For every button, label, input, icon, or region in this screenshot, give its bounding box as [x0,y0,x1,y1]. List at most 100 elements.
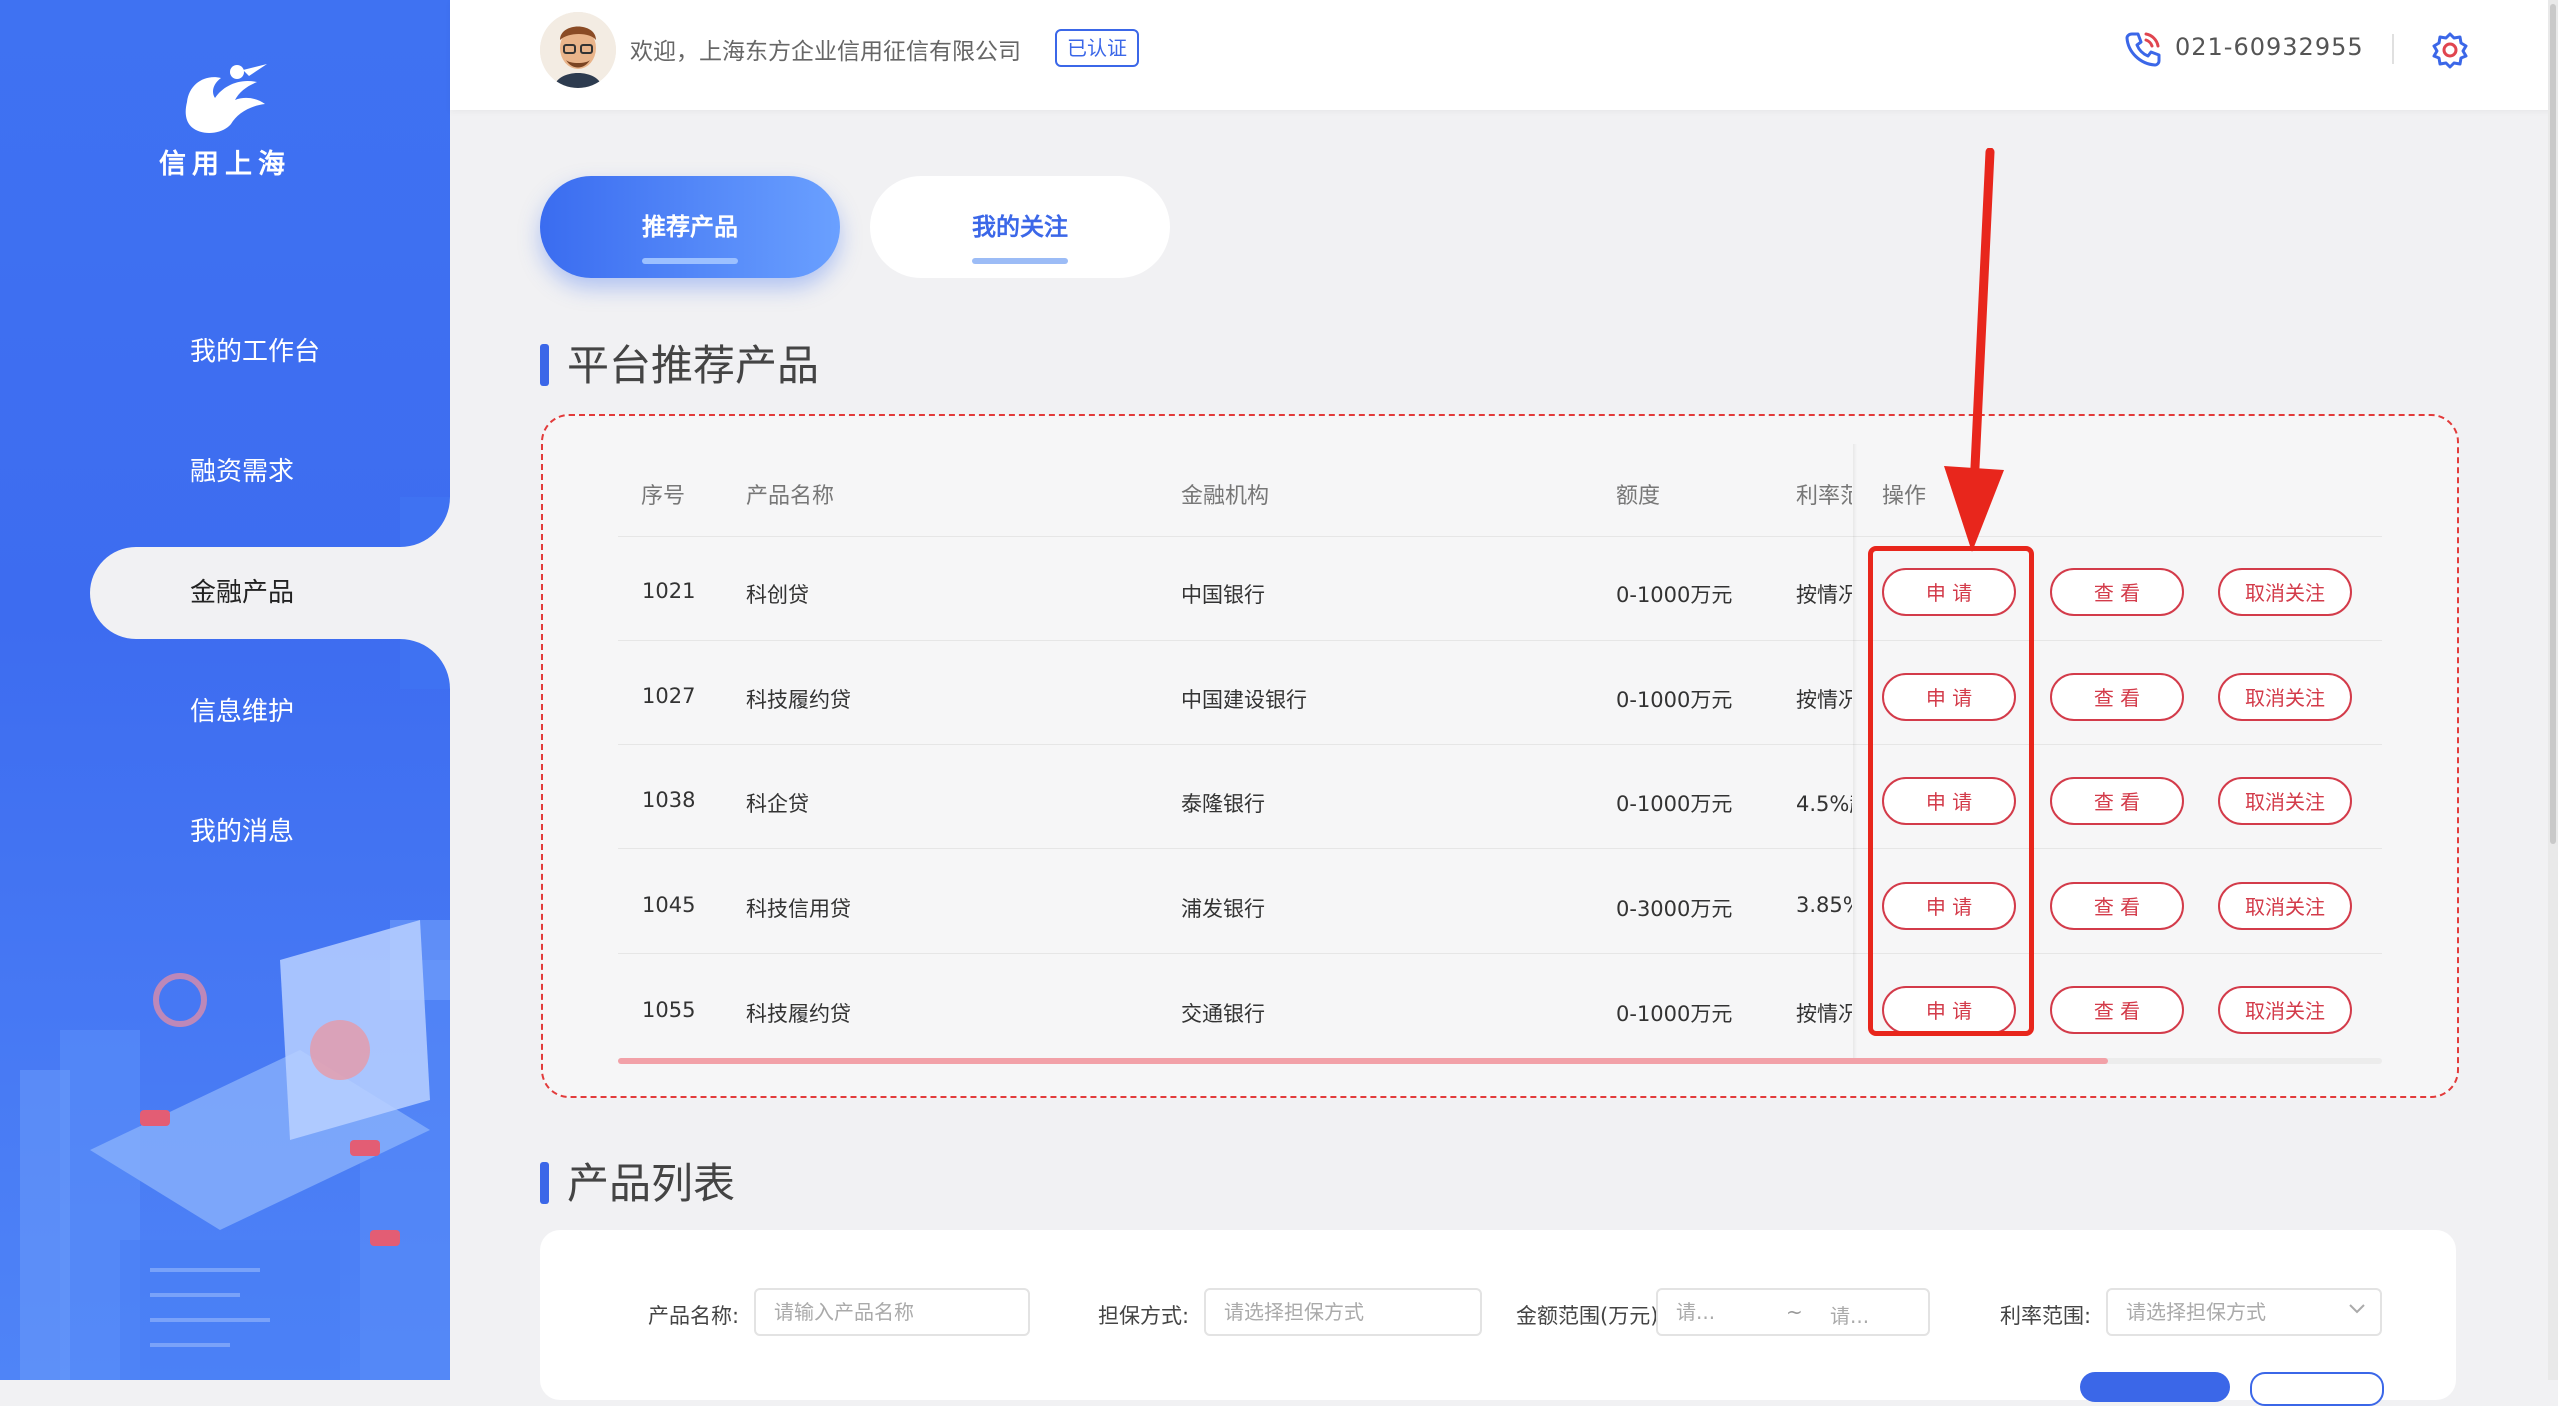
cell-product-name: 科技信用贷 [746,897,851,921]
title-accent-bar [540,344,549,386]
rate-range-select[interactable]: 请选择担保方式 [2106,1288,2382,1336]
column-header-id: 序号 [641,484,686,509]
gear-icon[interactable] [2430,30,2470,70]
cell-product-name: 科创贷 [746,583,809,607]
cell-product-name: 科技履约贷 [746,688,851,712]
cell-product-name: 科技履约贷 [746,1002,851,1026]
annotation-arrow-icon [1944,148,2004,552]
row-divider [618,953,2382,954]
brand-logo[interactable]: 信用上海 [150,62,300,181]
cell-id: 1027 [642,684,696,708]
unfollow-button[interactable]: 取消关注 [2218,673,2352,721]
view-button[interactable]: 查 看 [2050,882,2184,930]
view-button[interactable]: 查 看 [2050,673,2184,721]
search-button-partial[interactable] [2080,1372,2230,1402]
tab-underline [642,258,738,264]
annotation-highlight-box [1868,546,2034,1036]
view-button[interactable]: 查 看 [2050,986,2184,1034]
unfollow-button[interactable]: 取消关注 [2218,882,2352,930]
tab-my-follows[interactable]: 我的关注 [870,176,1170,278]
filter-label-product-name: 产品名称: [648,1304,740,1328]
city-laptop-illustration [20,920,450,1380]
sidebar-item-financing[interactable]: 融资需求 [190,427,294,517]
phone-icon [2125,32,2161,67]
verified-badge: 已认证 [1055,29,1139,67]
view-button[interactable]: 查 看 [2050,568,2184,616]
row-divider [618,536,2382,537]
cell-bank: 浦发银行 [1181,897,1265,921]
cell-rate: 按情况 [1796,1002,1852,1026]
page-scrollbar-thumb[interactable] [2550,4,2556,844]
tab-label: 推荐产品 [642,213,738,241]
column-header-rate: 利率范 [1796,484,1852,509]
amount-to-placeholder: 请... [1830,1304,1870,1328]
column-header-bank: 金融机构 [1181,484,1270,509]
cell-id: 1021 [642,579,696,603]
sidebar-item-financial-products[interactable]: 金融产品 [90,547,450,639]
chevron-down-icon [2349,1304,2365,1314]
cell-amount: 0-3000万元 [1616,897,1733,921]
cell-rate: 按情况 [1796,583,1852,607]
column-header-actions: 操作 [1882,484,1927,509]
cell-amount: 0-1000万元 [1616,583,1733,607]
row-divider [618,640,2382,641]
cell-id: 1055 [642,998,696,1022]
reset-button-partial[interactable] [2250,1372,2384,1406]
row-divider [618,848,2382,849]
sidebar-item-label: 我的消息 [190,817,295,847]
cell-id: 1045 [642,893,696,917]
unfollow-button[interactable]: 取消关注 [2218,777,2352,825]
header-divider [2392,34,2394,64]
cell-rate: 4.5%起 [1796,792,1852,816]
section-title-product-list: 产品列表 [540,1150,735,1211]
amount-from-placeholder: 请... [1676,1300,1716,1324]
sidebar-item-info-maintenance[interactable]: 信息维护 [190,667,294,757]
section-title-text: 平台推荐产品 [567,341,820,390]
logo-text: 信用上海 [159,149,291,180]
cell-bank: 交通银行 [1181,1002,1265,1026]
fixed-column-shadow [1853,444,1857,1060]
view-button[interactable]: 查 看 [2050,777,2184,825]
cell-bank: 泰隆银行 [1181,792,1265,816]
filter-label-rate-range: 利率范围: [2000,1304,2092,1328]
tab-recommended[interactable]: 推荐产品 [540,176,840,278]
guarantee-select[interactable]: 请选择担保方式 [1204,1288,1482,1336]
title-accent-bar [540,1162,549,1204]
section-title-recommended: 平台推荐产品 [540,332,819,393]
sidebar-item-messages[interactable]: 我的消息 [190,787,294,877]
welcome-text: 欢迎，上海东方企业信用征信有限公司 [630,39,1021,65]
unfollow-button[interactable]: 取消关注 [2218,568,2352,616]
sidebar-item-label: 信息维护 [190,697,295,727]
cell-rate: 3.85% [1796,893,1852,917]
sidebar-item-label: 融资需求 [190,457,295,487]
sidebar-item-workbench[interactable]: 我的工作台 [190,307,320,397]
product-name-input[interactable] [754,1288,1030,1336]
cell-amount: 0-1000万元 [1616,688,1733,712]
unfollow-button[interactable]: 取消关注 [2218,986,2352,1034]
column-header-name: 产品名称 [746,484,835,509]
cell-product-name: 科企贷 [746,792,809,816]
horizontal-scrollbar-thumb[interactable] [618,1058,2108,1064]
filter-label-amount-range: 金额范围(万元) [1516,1304,1659,1328]
filter-label-guarantee: 担保方式: [1098,1304,1190,1328]
top-header: 欢迎，上海东方企业信用征信有限公司 已认证 021-60932955 [450,0,2558,110]
sidebar-item-label: 金融产品 [190,578,295,608]
avatar[interactable] [540,12,616,88]
column-header-amount: 额度 [1616,484,1661,509]
active-corner-top [400,497,450,547]
cell-amount: 0-1000万元 [1616,792,1733,816]
cell-amount: 0-1000万元 [1616,1002,1733,1026]
amount-range-separator: ~ [1786,1300,1803,1324]
tab-label: 我的关注 [972,213,1068,241]
cell-bank: 中国银行 [1181,583,1265,607]
section-title-text: 产品列表 [567,1159,736,1208]
sidebar: 信用上海 我的工作台 融资需求 金融产品 信息维护 我的消息 [0,0,450,1380]
user-avatar-icon [540,12,616,88]
phoenix-logo-icon [185,64,267,133]
cell-id: 1038 [642,788,696,812]
hotline-number: 021-60932955 [2175,33,2364,61]
cell-bank: 中国建设银行 [1181,688,1307,712]
cell-rate: 按情况 [1796,688,1852,712]
tab-underline [972,258,1068,264]
active-corner-bottom [400,639,450,689]
